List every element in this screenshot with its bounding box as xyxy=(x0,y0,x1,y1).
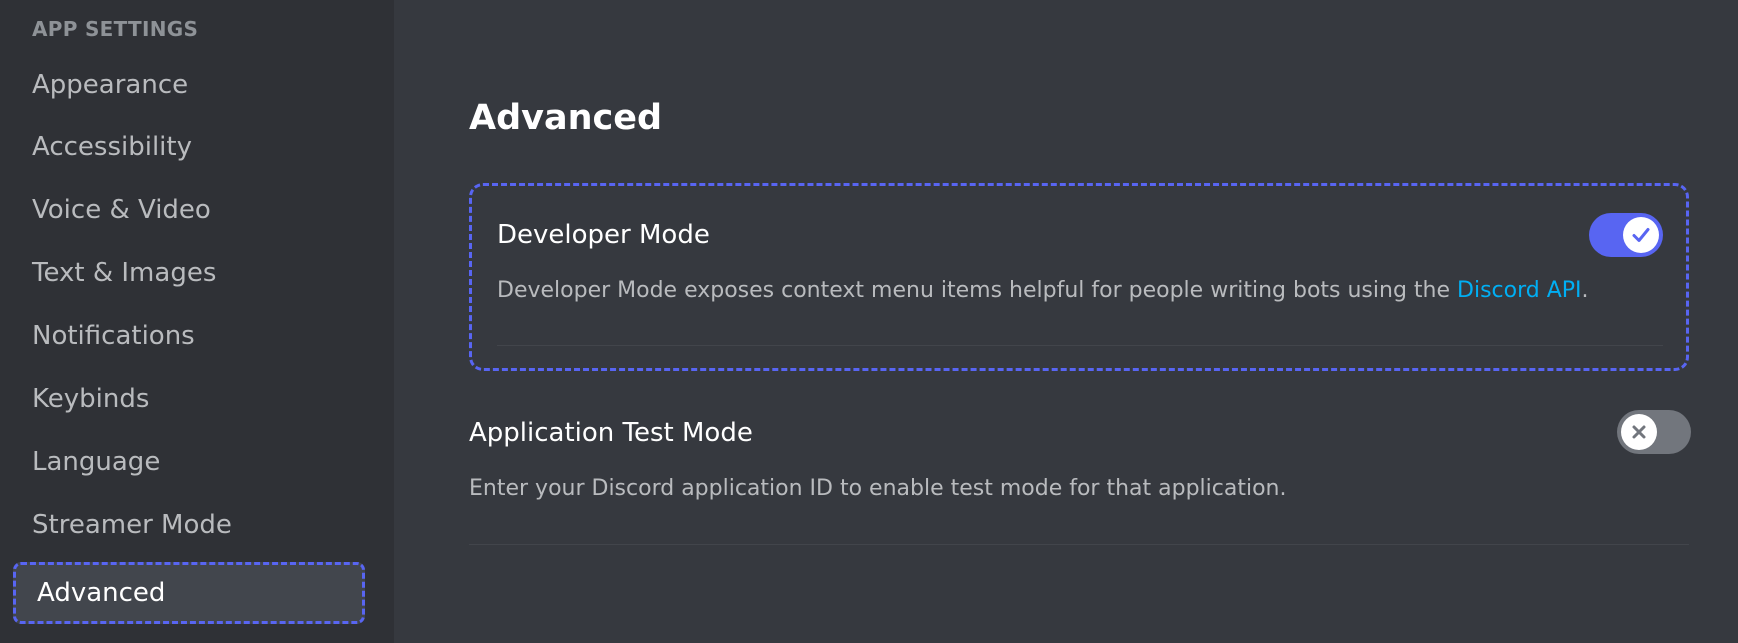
toggle-knob xyxy=(1623,217,1659,253)
application-test-mode-title: Application Test Mode xyxy=(469,418,753,448)
sidebar-item-advanced-label: Advanced xyxy=(37,578,166,608)
developer-mode-description-suffix: . xyxy=(1581,278,1589,303)
settings-window: APP SETTINGS Appearance Accessibility Vo… xyxy=(0,0,1738,643)
developer-mode-setting: Developer Mode Developer Mode exposes co… xyxy=(469,183,1689,371)
sidebar-section-header: APP SETTINGS xyxy=(32,17,199,41)
page-title: Advanced xyxy=(469,98,663,138)
application-test-mode-description: Enter your Discord application ID to ena… xyxy=(469,476,1287,501)
sidebar-item-advanced[interactable]: Advanced xyxy=(13,562,365,624)
sidebar-item-language[interactable]: Language xyxy=(32,449,160,475)
sidebar-item-text-images[interactable]: Text & Images xyxy=(32,260,216,286)
sidebar-item-keybinds[interactable]: Keybinds xyxy=(32,386,149,412)
settings-content: Advanced Developer Mode Developer Mode e… xyxy=(394,0,1738,643)
sidebar-item-appearance[interactable]: Appearance xyxy=(32,72,188,98)
sidebar-item-voice-video[interactable]: Voice & Video xyxy=(32,197,211,223)
sidebar-item-notifications[interactable]: Notifications xyxy=(32,323,195,349)
developer-mode-description: Developer Mode exposes context menu item… xyxy=(497,280,1589,302)
x-icon xyxy=(1632,425,1646,439)
developer-mode-divider xyxy=(497,345,1663,346)
check-icon xyxy=(1632,228,1650,242)
developer-mode-toggle[interactable] xyxy=(1589,213,1663,257)
sidebar-item-streamer-mode[interactable]: Streamer Mode xyxy=(32,512,232,538)
application-test-mode-toggle[interactable] xyxy=(1617,410,1691,454)
application-test-mode-divider xyxy=(469,544,1689,545)
discord-api-link[interactable]: Discord API xyxy=(1457,278,1582,303)
developer-mode-description-text: Developer Mode exposes context menu item… xyxy=(497,278,1458,303)
sidebar-item-accessibility[interactable]: Accessibility xyxy=(32,134,192,160)
settings-sidebar: APP SETTINGS Appearance Accessibility Vo… xyxy=(0,0,394,643)
toggle-knob xyxy=(1621,414,1657,450)
developer-mode-title: Developer Mode xyxy=(497,220,710,250)
